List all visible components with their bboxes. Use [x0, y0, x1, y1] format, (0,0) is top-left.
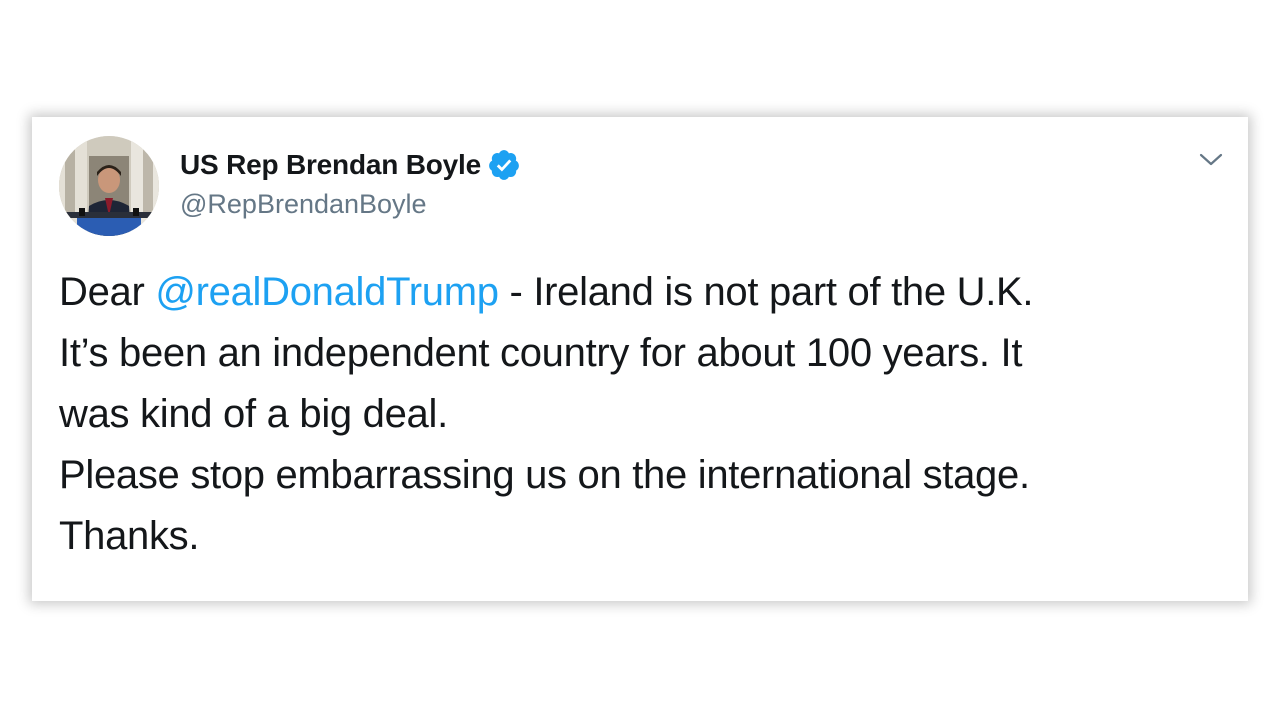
mention-link[interactable]: @realDonaldTrump	[155, 270, 499, 314]
verified-badge-icon	[487, 148, 521, 182]
stage: US Rep Brendan Boyle @RepBrendanBoyle De…	[0, 0, 1280, 720]
tweet-line-5: Thanks.	[59, 514, 200, 558]
tweet-text-prefix: Dear	[59, 270, 156, 314]
tweet-header: US Rep Brendan Boyle @RepBrendanBoyle	[180, 145, 521, 220]
author-handle[interactable]: @RepBrendanBoyle	[180, 189, 521, 220]
avatar-photo	[59, 136, 159, 236]
tweet-line-1: Dear @realDonaldTrump - Ireland is not p…	[59, 262, 1229, 323]
name-row: US Rep Brendan Boyle	[180, 145, 521, 185]
tweet-text: Dear @realDonaldTrump - Ireland is not p…	[59, 262, 1229, 567]
avatar[interactable]	[59, 136, 159, 236]
chevron-down-icon[interactable]	[1198, 147, 1224, 173]
tweet-text-line1-rest: - Ireland is not part of the U.K.	[498, 270, 1034, 314]
tweet-line-4: Please stop embarrassing us on the inter…	[59, 453, 1030, 497]
author-display-name[interactable]: US Rep Brendan Boyle	[180, 149, 481, 181]
tweet-line-3: was kind of a big deal.	[59, 392, 448, 436]
tweet-card: US Rep Brendan Boyle @RepBrendanBoyle De…	[32, 117, 1248, 601]
tweet-line-2: It’s been an independent country for abo…	[59, 331, 1023, 375]
